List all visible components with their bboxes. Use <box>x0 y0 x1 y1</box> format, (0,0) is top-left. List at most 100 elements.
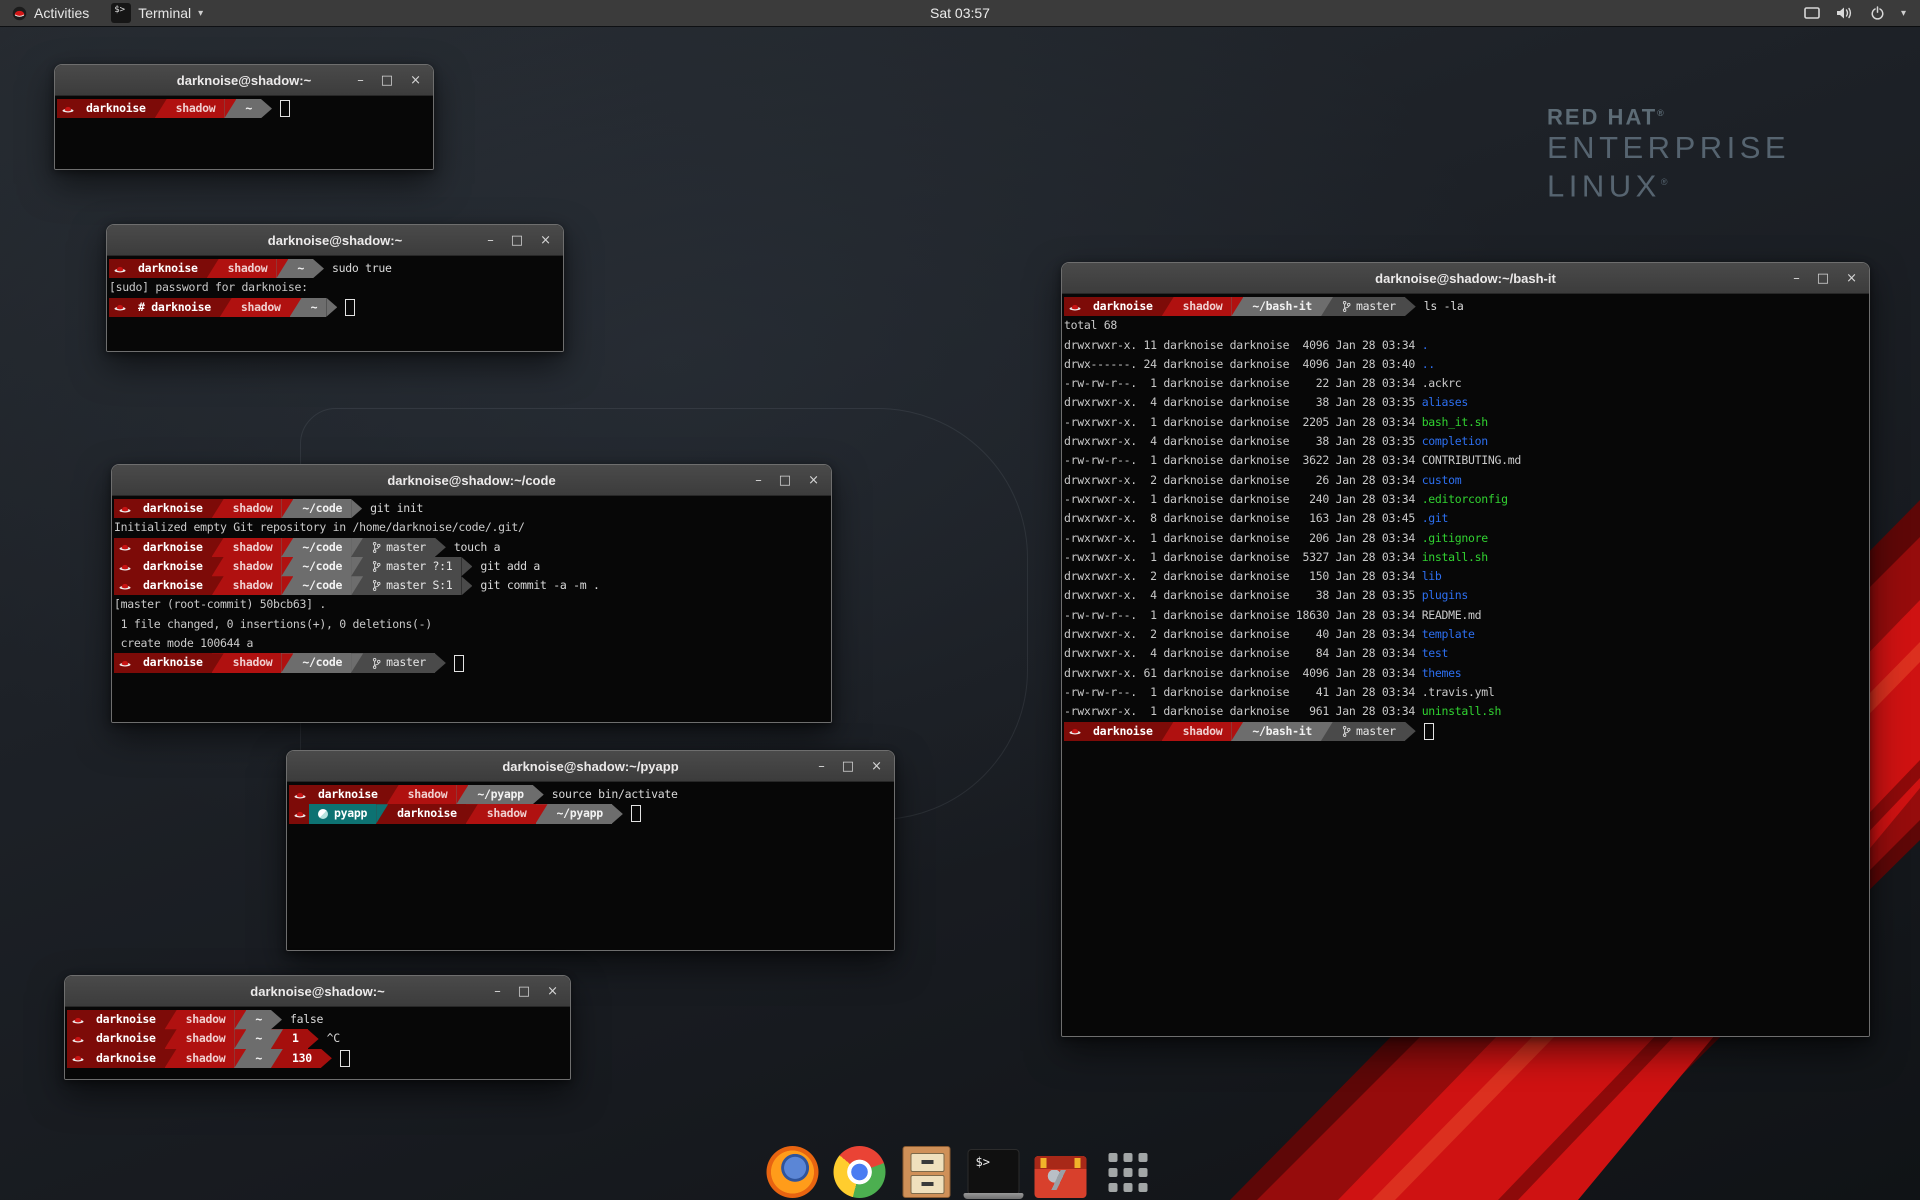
prompt-segment-user: # darknoise <box>129 298 220 317</box>
powerline-separator <box>281 653 293 672</box>
file-name: CONTRIBUTING.md <box>1422 451 1521 470</box>
powerline-separator <box>281 499 293 518</box>
prompt-segment-git: master ?:1 <box>363 557 461 576</box>
maximize-button[interactable]: □ <box>779 474 791 487</box>
app-menu-terminal[interactable]: $> Terminal ▾ <box>101 0 213 26</box>
prompt-segment-user: darknoise <box>134 653 212 672</box>
powerline-separator <box>351 538 363 557</box>
terminal-line: drwxrwxr-x. 4 darknoise darknoise 38 Jan… <box>1064 393 1867 412</box>
prompt-segment-user: darknoise <box>134 576 212 595</box>
prompt-segment-venv: pyapp <box>309 804 376 823</box>
terminal-output: create mode 100644 a <box>114 634 253 653</box>
toolbox-icon[interactable] <box>1035 1156 1087 1198</box>
activities-button[interactable]: Activities <box>0 0 101 26</box>
minimize-button[interactable]: – <box>357 74 364 87</box>
minimize-button[interactable]: – <box>818 760 825 773</box>
terminal-cursor <box>345 299 355 316</box>
terminal-window-bashit[interactable]: darknoise@shadow:~/bash-it – □ × darknoi… <box>1061 262 1870 1037</box>
terminal-content[interactable]: darknoiseshadow~/bash-itmasterls -latota… <box>1062 294 1869 1036</box>
close-button[interactable]: × <box>871 760 882 773</box>
maximize-button[interactable]: □ <box>381 74 393 87</box>
close-button[interactable]: × <box>540 234 551 247</box>
close-button[interactable]: × <box>410 74 421 87</box>
titlebar[interactable]: darknoise@shadow:~ – □ × <box>107 225 563 256</box>
prompt-segment-exit: 1 <box>283 1029 308 1048</box>
minimize-button[interactable]: – <box>1793 272 1800 285</box>
titlebar[interactable]: darknoise@shadow:~ – □ × <box>55 65 433 96</box>
command-text: sudo true <box>332 259 392 278</box>
minimize-button[interactable]: – <box>494 985 501 998</box>
python-venv-icon <box>318 809 328 819</box>
terminal-content[interactable]: darknoiseshadow~/pyappsource bin/activat… <box>287 782 894 950</box>
maximize-button[interactable]: □ <box>842 760 854 773</box>
minimize-button[interactable]: – <box>487 234 494 247</box>
terminal-line: darknoiseshadow~/codemastertouch a <box>114 538 829 557</box>
terminal-content[interactable]: darknoiseshadow~ <box>55 96 433 169</box>
redhat-fedora-icon <box>119 659 131 667</box>
prompt-segment-host: shadow <box>224 653 282 672</box>
prompt-segment-host: shadow <box>224 538 282 557</box>
maximize-button[interactable]: □ <box>1817 272 1829 285</box>
titlebar[interactable]: darknoise@shadow:~ – □ × <box>65 976 570 1007</box>
prompt-segment-user: darknoise <box>134 538 212 557</box>
powerline-arrow <box>271 1010 282 1029</box>
firefox-icon[interactable] <box>767 1146 819 1198</box>
prompt-segment-user: darknoise <box>309 785 387 804</box>
powerline-separator <box>1162 722 1174 741</box>
close-button[interactable]: × <box>547 985 558 998</box>
terminal-output: -rwxrwxr-x. 1 darknoise darknoise 2205 J… <box>1064 413 1422 432</box>
close-button[interactable]: × <box>1846 272 1857 285</box>
powerline-separator <box>376 804 388 823</box>
terminal-line: -rwxrwxr-x. 1 darknoise darknoise 240 Ja… <box>1064 490 1867 509</box>
powerline-separator <box>290 298 302 317</box>
terminal-content[interactable]: darknoiseshadow~/codegit initInitialized… <box>112 496 831 722</box>
terminal-window-code[interactable]: darknoise@shadow:~/code – □ × darknoise s… <box>111 464 832 723</box>
powerline-separator <box>1162 297 1174 316</box>
titlebar[interactable]: darknoise@shadow:~/code – □ × <box>112 465 831 496</box>
file-manager-icon[interactable] <box>903 1146 951 1198</box>
terminal-line: drwxrwxr-x. 4 darknoise darknoise 84 Jan… <box>1064 644 1867 663</box>
minimize-button[interactable]: – <box>755 474 762 487</box>
terminal-cursor <box>280 100 290 117</box>
terminal-output: drwxrwxr-x. 2 darknoise darknoise 150 Ja… <box>1064 567 1422 586</box>
terminal-cursor <box>1424 723 1434 740</box>
powerline-separator <box>351 576 363 595</box>
redhat-fedora-icon <box>72 1035 84 1043</box>
prompt-segment-path: ~/bash-it <box>1243 722 1321 741</box>
system-status-area[interactable]: ▾ <box>1790 0 1920 26</box>
powerline-arrow <box>308 1029 319 1048</box>
terminal-line: darknoiseshadow~/codemaster <box>114 653 829 672</box>
terminal-line: drwxrwxr-x. 11 darknoise darknoise 4096 … <box>1064 336 1867 355</box>
prompt-segment-host: shadow <box>177 1010 235 1029</box>
power-icon <box>1870 6 1885 21</box>
powerline-arrow <box>461 576 472 595</box>
file-name: .git <box>1422 509 1449 528</box>
redhat-fedora-icon <box>119 582 131 590</box>
terminal-line: [sudo] password for darknoise: <box>109 278 561 297</box>
app-grid-icon[interactable] <box>1104 1148 1152 1196</box>
command-text: false <box>290 1010 323 1029</box>
redhat-fedora-icon <box>114 576 134 595</box>
file-name: install.sh <box>1422 548 1488 567</box>
prompt-segment-host: shadow <box>219 259 277 278</box>
chrome-icon[interactable] <box>834 1146 886 1198</box>
window-title: darknoise@shadow:~/code <box>387 473 555 488</box>
activities-label: Activities <box>34 5 89 21</box>
close-button[interactable]: × <box>808 474 819 487</box>
clock[interactable]: Sat 03:57 <box>0 5 1920 21</box>
terminal-content[interactable]: darknoiseshadow~sudo true[sudo] password… <box>107 256 563 351</box>
terminal-window-home2[interactable]: darknoise@shadow:~ – □ × darknoiseshadow… <box>64 975 571 1080</box>
titlebar[interactable]: darknoise@shadow:~/pyapp – □ × <box>287 751 894 782</box>
command-text: git init <box>370 499 423 518</box>
terminal-content[interactable]: darknoiseshadow~falsedarknoiseshadow~1^C… <box>65 1007 570 1079</box>
maximize-button[interactable]: □ <box>511 234 523 247</box>
terminal-window-sudo[interactable]: darknoise@shadow:~ – □ × darknoiseshadow… <box>106 224 564 352</box>
titlebar[interactable]: darknoise@shadow:~/bash-it – □ × <box>1062 263 1869 294</box>
terminal-icon[interactable] <box>968 1149 1020 1195</box>
maximize-button[interactable]: □ <box>518 985 530 998</box>
prompt-segment-git: master <box>1333 722 1405 741</box>
terminal-window-home1[interactable]: darknoise@shadow:~ – □ × darknoiseshadow… <box>54 64 434 170</box>
terminal-output: drwxrwxr-x. 4 darknoise darknoise 84 Jan… <box>1064 644 1422 663</box>
powerline-separator <box>351 653 363 672</box>
terminal-window-pyapp[interactable]: darknoise@shadow:~/pyapp – □ × darknoise… <box>286 750 895 951</box>
